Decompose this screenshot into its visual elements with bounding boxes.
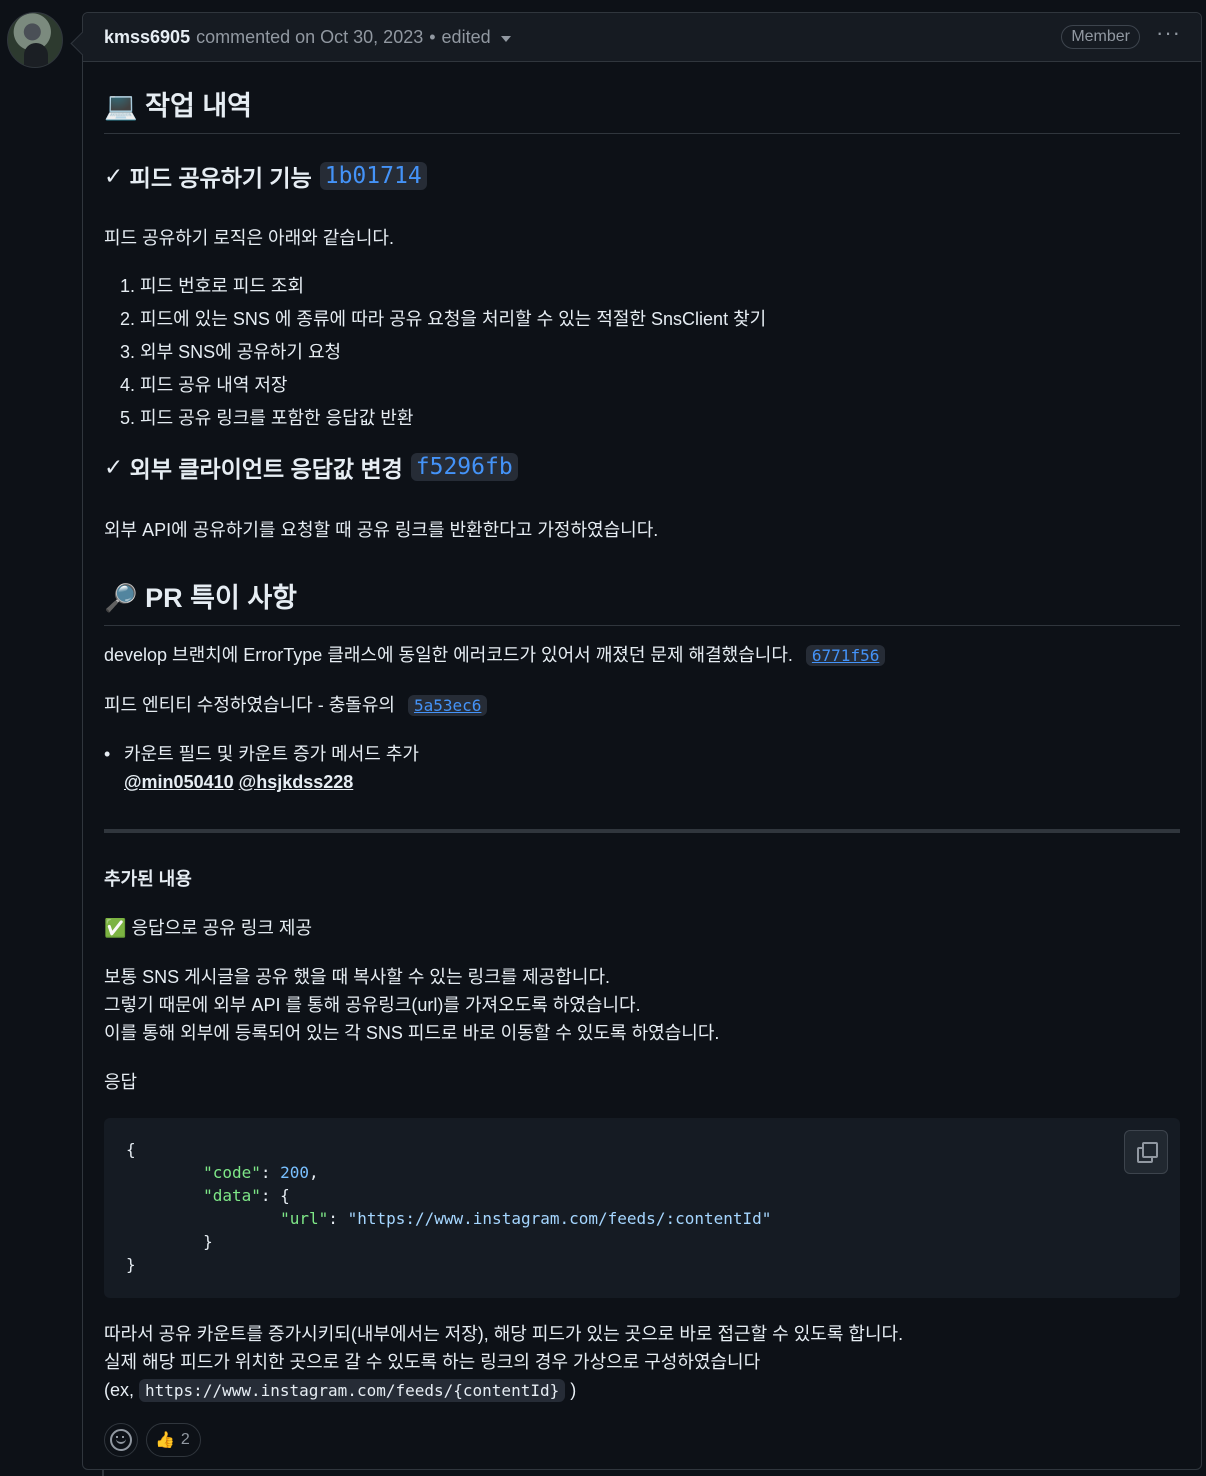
- paragraph: 보통 SNS 게시글을 공유 했을 때 복사할 수 있는 링크를 제공합니다. …: [104, 963, 719, 1047]
- code-content: { "code": 200, "data": { "url": "https:/…: [126, 1140, 772, 1274]
- reactions-bar: 👍 2: [104, 1423, 201, 1457]
- paragraph: 피드 엔티티 수정하였습니다 - 충돌유의 5a53ec6: [104, 691, 488, 720]
- heading-text: 피드 공유하기 기능: [129, 165, 312, 191]
- commit-sha-link[interactable]: 6771f56: [805, 645, 886, 666]
- horizontal-rule: [104, 829, 1180, 833]
- add-reaction-button[interactable]: [104, 1423, 138, 1457]
- list-item: 4. 피드 공유 내역 저장: [120, 375, 288, 395]
- meta-separator: •: [429, 26, 436, 47]
- paragraph-text: 피드 엔티티 수정하였습니다 - 충돌유의: [104, 695, 395, 715]
- comment-timestamp[interactable]: commented on Oct 30, 2023: [196, 27, 423, 48]
- author-avatar[interactable]: [7, 12, 63, 68]
- heading-client-response: ✓ 외부 클라이언트 응답값 변경 f5296fb: [104, 450, 518, 484]
- list-item-text: 카운트 필드 및 카운트 증가 메서드 추가: [124, 744, 419, 764]
- thumbs-up-reaction[interactable]: 👍 2: [146, 1423, 201, 1457]
- commit-sha-link[interactable]: 1b01714: [319, 162, 427, 190]
- paragraph-line: 보통 SNS 게시글을 공유 했을 때 복사할 수 있는 링크를 제공합니다.: [104, 967, 611, 987]
- edited-dropdown[interactable]: edited: [442, 27, 511, 48]
- paragraph-line: 이를 통해 외부에 등록되어 있는 각 SNS 피드로 바로 이동할 수 있도록…: [104, 1023, 720, 1043]
- comment-header: kmss6905 commented on Oct 30, 2023 • edi…: [83, 13, 1201, 62]
- heading-pr-notes: 🔎 PR 특이 사항: [104, 576, 1180, 626]
- check-icon: ✓: [104, 162, 124, 189]
- response-label: 응답: [104, 1072, 138, 1092]
- paragraph: 따라서 공유 카운트를 증가시키되(내부에서는 저장), 해당 피드가 있는 곳…: [104, 1320, 903, 1405]
- commit-sha-link[interactable]: f5296fb: [410, 453, 518, 481]
- heading-text: 외부 클라이언트 응답값 변경: [129, 456, 403, 482]
- paragraph-line: 그렇기 때문에 외부 API 를 통해 공유링크(url)를 가져오도록 하였습…: [104, 995, 641, 1015]
- paragraph-text: develop 브랜치에 ErrorType 클래스에 동일한 에러코드가 있어…: [104, 645, 793, 665]
- edited-label: edited: [441, 26, 491, 47]
- paragraph-line: 실제 해당 피드가 위치한 곳으로 갈 수 있도록 하는 링크의 경우 가상으로…: [104, 1352, 761, 1372]
- list-item: 5. 피드 공유 링크를 포함한 응답값 반환: [120, 408, 414, 428]
- ordered-list: 1. 피드 번호로 피드 조회 2. 피드에 있는 SNS 에 종류에 따라 공…: [120, 270, 766, 435]
- laptop-icon: 💻: [104, 91, 138, 121]
- member-badge: Member: [1061, 25, 1141, 49]
- list-item: 카운트 필드 및 카운트 증가 메서드 추가 @min050410 @hsjkd…: [104, 740, 419, 796]
- inline-code: https://www.instagram.com/feeds/{content…: [139, 1379, 566, 1402]
- thumbs-up-icon: 👍: [155, 1432, 175, 1449]
- code-block[interactable]: { "code": 200, "data": { "url": "https:/…: [104, 1118, 1180, 1298]
- list-item: 2. 피드에 있는 SNS 에 종류에 따라 공유 요청을 처리할 수 있는 적…: [120, 309, 767, 329]
- paragraph: ✅ 응답으로 공유 링크 제공: [104, 914, 312, 942]
- reaction-count: 2: [180, 1431, 190, 1448]
- paragraph: 외부 API에 공유하기를 요청할 때 공유 링크를 반환한다고 가정하였습니다…: [104, 520, 659, 540]
- kebab-menu-icon[interactable]: ···: [1156, 22, 1181, 44]
- paragraph-text: 응답으로 공유 링크 제공: [131, 918, 313, 938]
- caret-down-icon: [500, 35, 511, 42]
- list-item: 1. 피드 번호로 피드 조회: [120, 276, 305, 296]
- heading-feature-share: ✓ 피드 공유하기 기능 1b01714: [104, 159, 427, 193]
- user-mention-link[interactable]: @hsjkdss228: [239, 772, 354, 792]
- paragraph-line: 따라서 공유 카운트를 증가시키되(내부에서는 저장), 해당 피드가 있는 곳…: [104, 1324, 904, 1344]
- copy-icon[interactable]: [1124, 1130, 1168, 1174]
- comment-box: kmss6905 commented on Oct 30, 2023 • edi…: [70, 12, 1202, 1470]
- check-mark-icon: ✅: [104, 918, 127, 938]
- paragraph: develop 브랜치에 ErrorType 클래스에 동일한 에러코드가 있어…: [104, 641, 886, 670]
- user-mention-link[interactable]: @min050410: [124, 772, 234, 792]
- paragraph-line: (ex, https://www.instagram.com/feeds/{co…: [104, 1379, 577, 1402]
- heading-work-history: 💻 작업 내역: [104, 84, 1180, 134]
- list-item: 3. 외부 SNS에 공유하기 요청: [120, 342, 342, 362]
- commit-sha-link[interactable]: 5a53ec6: [407, 695, 488, 716]
- added-content-title: 추가된 내용: [104, 869, 192, 889]
- paragraph: 피드 공유하기 로직은 아래와 같습니다.: [104, 228, 394, 248]
- heading-text: 작업 내역: [145, 91, 253, 121]
- heading-text: PR 특이 사항: [145, 583, 298, 613]
- magnifier-icon: 🔎: [104, 583, 138, 613]
- author-link[interactable]: kmss6905: [104, 27, 190, 48]
- check-icon: ✓: [104, 453, 124, 480]
- smiley-icon: [110, 1429, 132, 1451]
